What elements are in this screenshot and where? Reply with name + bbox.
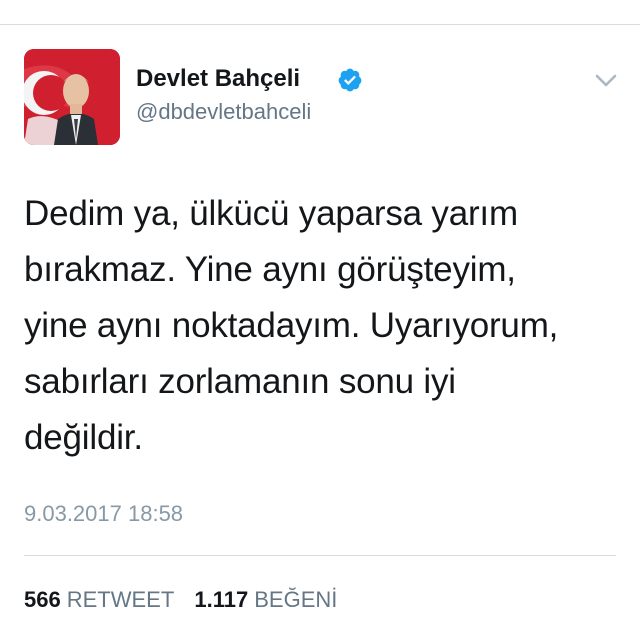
verified-badge-icon: [338, 68, 362, 92]
like-label: BEĞENİ: [254, 587, 338, 612]
tweet-text-line: bırakmaz. Yine aynı görüşteyim,: [24, 250, 516, 289]
display-name[interactable]: Devlet Bahçeli: [136, 64, 300, 94]
retweet-count: 566: [24, 587, 61, 612]
tweet-text-line: yine aynı noktadayım. Uyarıyorum,: [24, 306, 559, 345]
like-stat[interactable]: 1.117 BEĞENİ: [194, 586, 337, 614]
like-count: 1.117: [194, 587, 249, 612]
retweet-stat[interactable]: 566 RETWEET: [24, 586, 174, 614]
tweet-text-line: değildir.: [24, 418, 143, 457]
retweet-label: RETWEET: [66, 587, 175, 612]
user-handle[interactable]: @dbdevletbahceli: [136, 98, 311, 126]
avatar[interactable]: [24, 49, 120, 145]
tweet-timestamp[interactable]: 9.03.2017 18:58: [24, 500, 183, 528]
chevron-down-icon[interactable]: [594, 73, 618, 89]
top-divider: [0, 24, 640, 25]
tweet-stats: 566 RETWEET 1.117 BEĞENİ: [24, 586, 351, 614]
tweet-text: Dedim ya, ülkücü yaparsa yarım bırakmaz.…: [24, 186, 620, 466]
tweet-text-line: Dedim ya, ülkücü yaparsa yarım: [24, 194, 518, 233]
stats-divider: [24, 555, 616, 556]
tweet-text-line: sabırları zorlamanın sonu iyi: [24, 362, 456, 401]
